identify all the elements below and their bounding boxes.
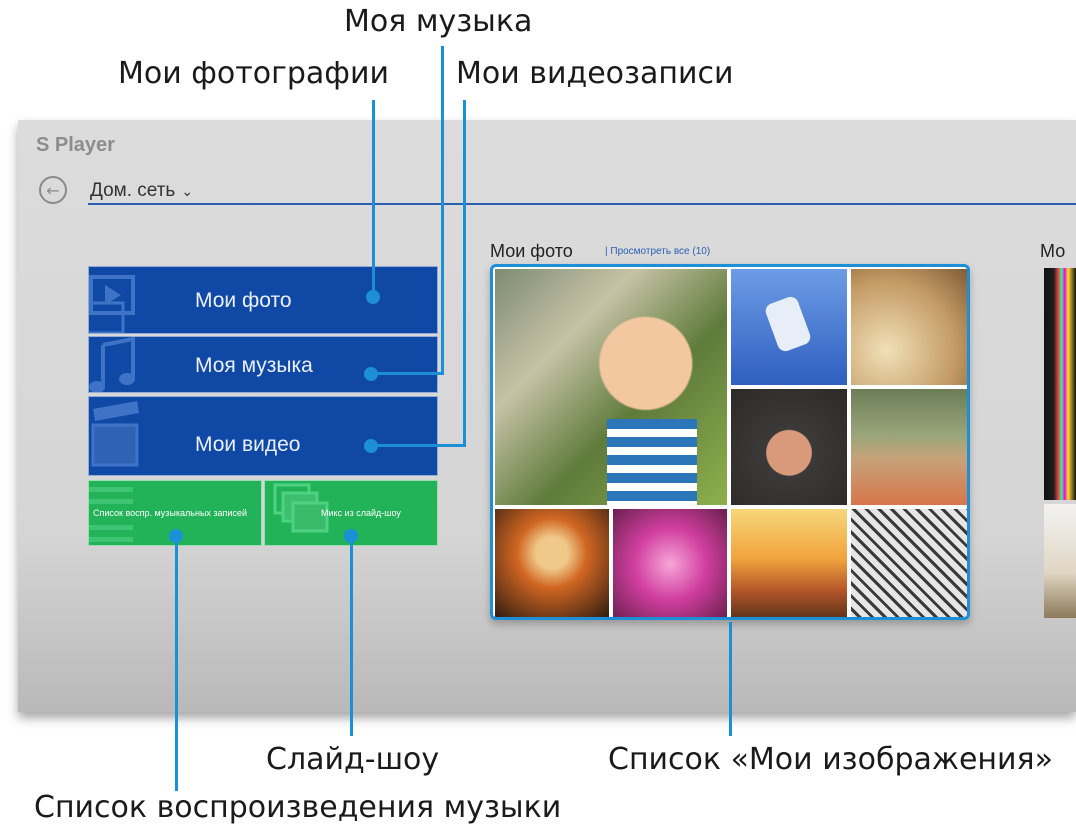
chevron-down-icon: ⌄ [181, 183, 194, 199]
photo-boy-cap[interactable] [731, 389, 847, 505]
photo-cat-flowerpot[interactable] [851, 389, 967, 505]
my-music-tile[interactable]: Моя музыка [88, 336, 438, 393]
photo-skateboarder[interactable] [731, 269, 847, 385]
leader-dot-photos [366, 290, 380, 304]
leader-line-playlist [175, 536, 178, 791]
leader-line-photos [372, 100, 375, 296]
photo-child-sunset[interactable] [731, 509, 847, 617]
leader-line-music-v [441, 46, 444, 374]
callout-music-playlist: Список воспроизведения музыки [34, 790, 562, 825]
leader-line-videos-h [372, 444, 466, 447]
my-videos-tile[interactable]: Мои видео [88, 396, 438, 476]
photo-woman-headphones[interactable] [495, 509, 609, 617]
my-music-tile-label: Моя музыка [195, 354, 313, 377]
music-note-icon [89, 337, 135, 392]
callout-my-photos: Мои фотографии [118, 56, 389, 91]
leader-dot-music [364, 367, 378, 381]
leader-line-images [729, 622, 732, 736]
slideshow-tile-label: Микс из слайд-шоу [321, 508, 401, 518]
my-photos-tile[interactable]: Мои фото [88, 266, 438, 334]
next-section-title: Мо [1040, 241, 1066, 261]
leader-dot-videos [364, 439, 378, 453]
location-selector[interactable]: Дом. сеть ⌄ [90, 180, 193, 202]
music-playlist-tile-label: Список воспр. музыкальных записей [93, 508, 247, 518]
next-section-preview[interactable] [1044, 268, 1076, 620]
callout-my-images-list: Список «Мои изображения» [608, 742, 1053, 777]
photo-child-running[interactable] [495, 269, 727, 505]
callout-my-music: Моя музыка [344, 4, 533, 39]
leader-dot-slideshow [344, 529, 358, 543]
location-label: Дом. сеть [90, 180, 176, 201]
photo-tattoo-bw[interactable] [851, 509, 967, 617]
photo-girl-sunlight[interactable] [851, 269, 967, 385]
leader-line-videos-v [463, 100, 466, 447]
my-images-list[interactable] [490, 264, 970, 620]
leader-line-music-h [372, 372, 444, 375]
photo-pink-flower[interactable] [613, 509, 727, 617]
my-photos-tile-label: Мои фото [195, 289, 292, 312]
photo-icon [89, 275, 135, 333]
leader-line-slideshow [350, 536, 353, 736]
my-videos-tile-label: Мои видео [195, 433, 301, 456]
callout-slideshow: Слайд-шоу [266, 742, 440, 777]
leader-dot-playlist [169, 529, 183, 543]
view-all-link[interactable]: | Просмотреть все (10) [605, 246, 710, 257]
back-arrow-icon[interactable]: ← [39, 176, 67, 204]
video-clapper-icon [91, 401, 139, 467]
nav-underline [88, 203, 1076, 205]
app-title: S Player [36, 134, 115, 156]
section-title: Мои фото [490, 241, 573, 261]
callout-my-videos: Мои видеозаписи [456, 56, 734, 91]
